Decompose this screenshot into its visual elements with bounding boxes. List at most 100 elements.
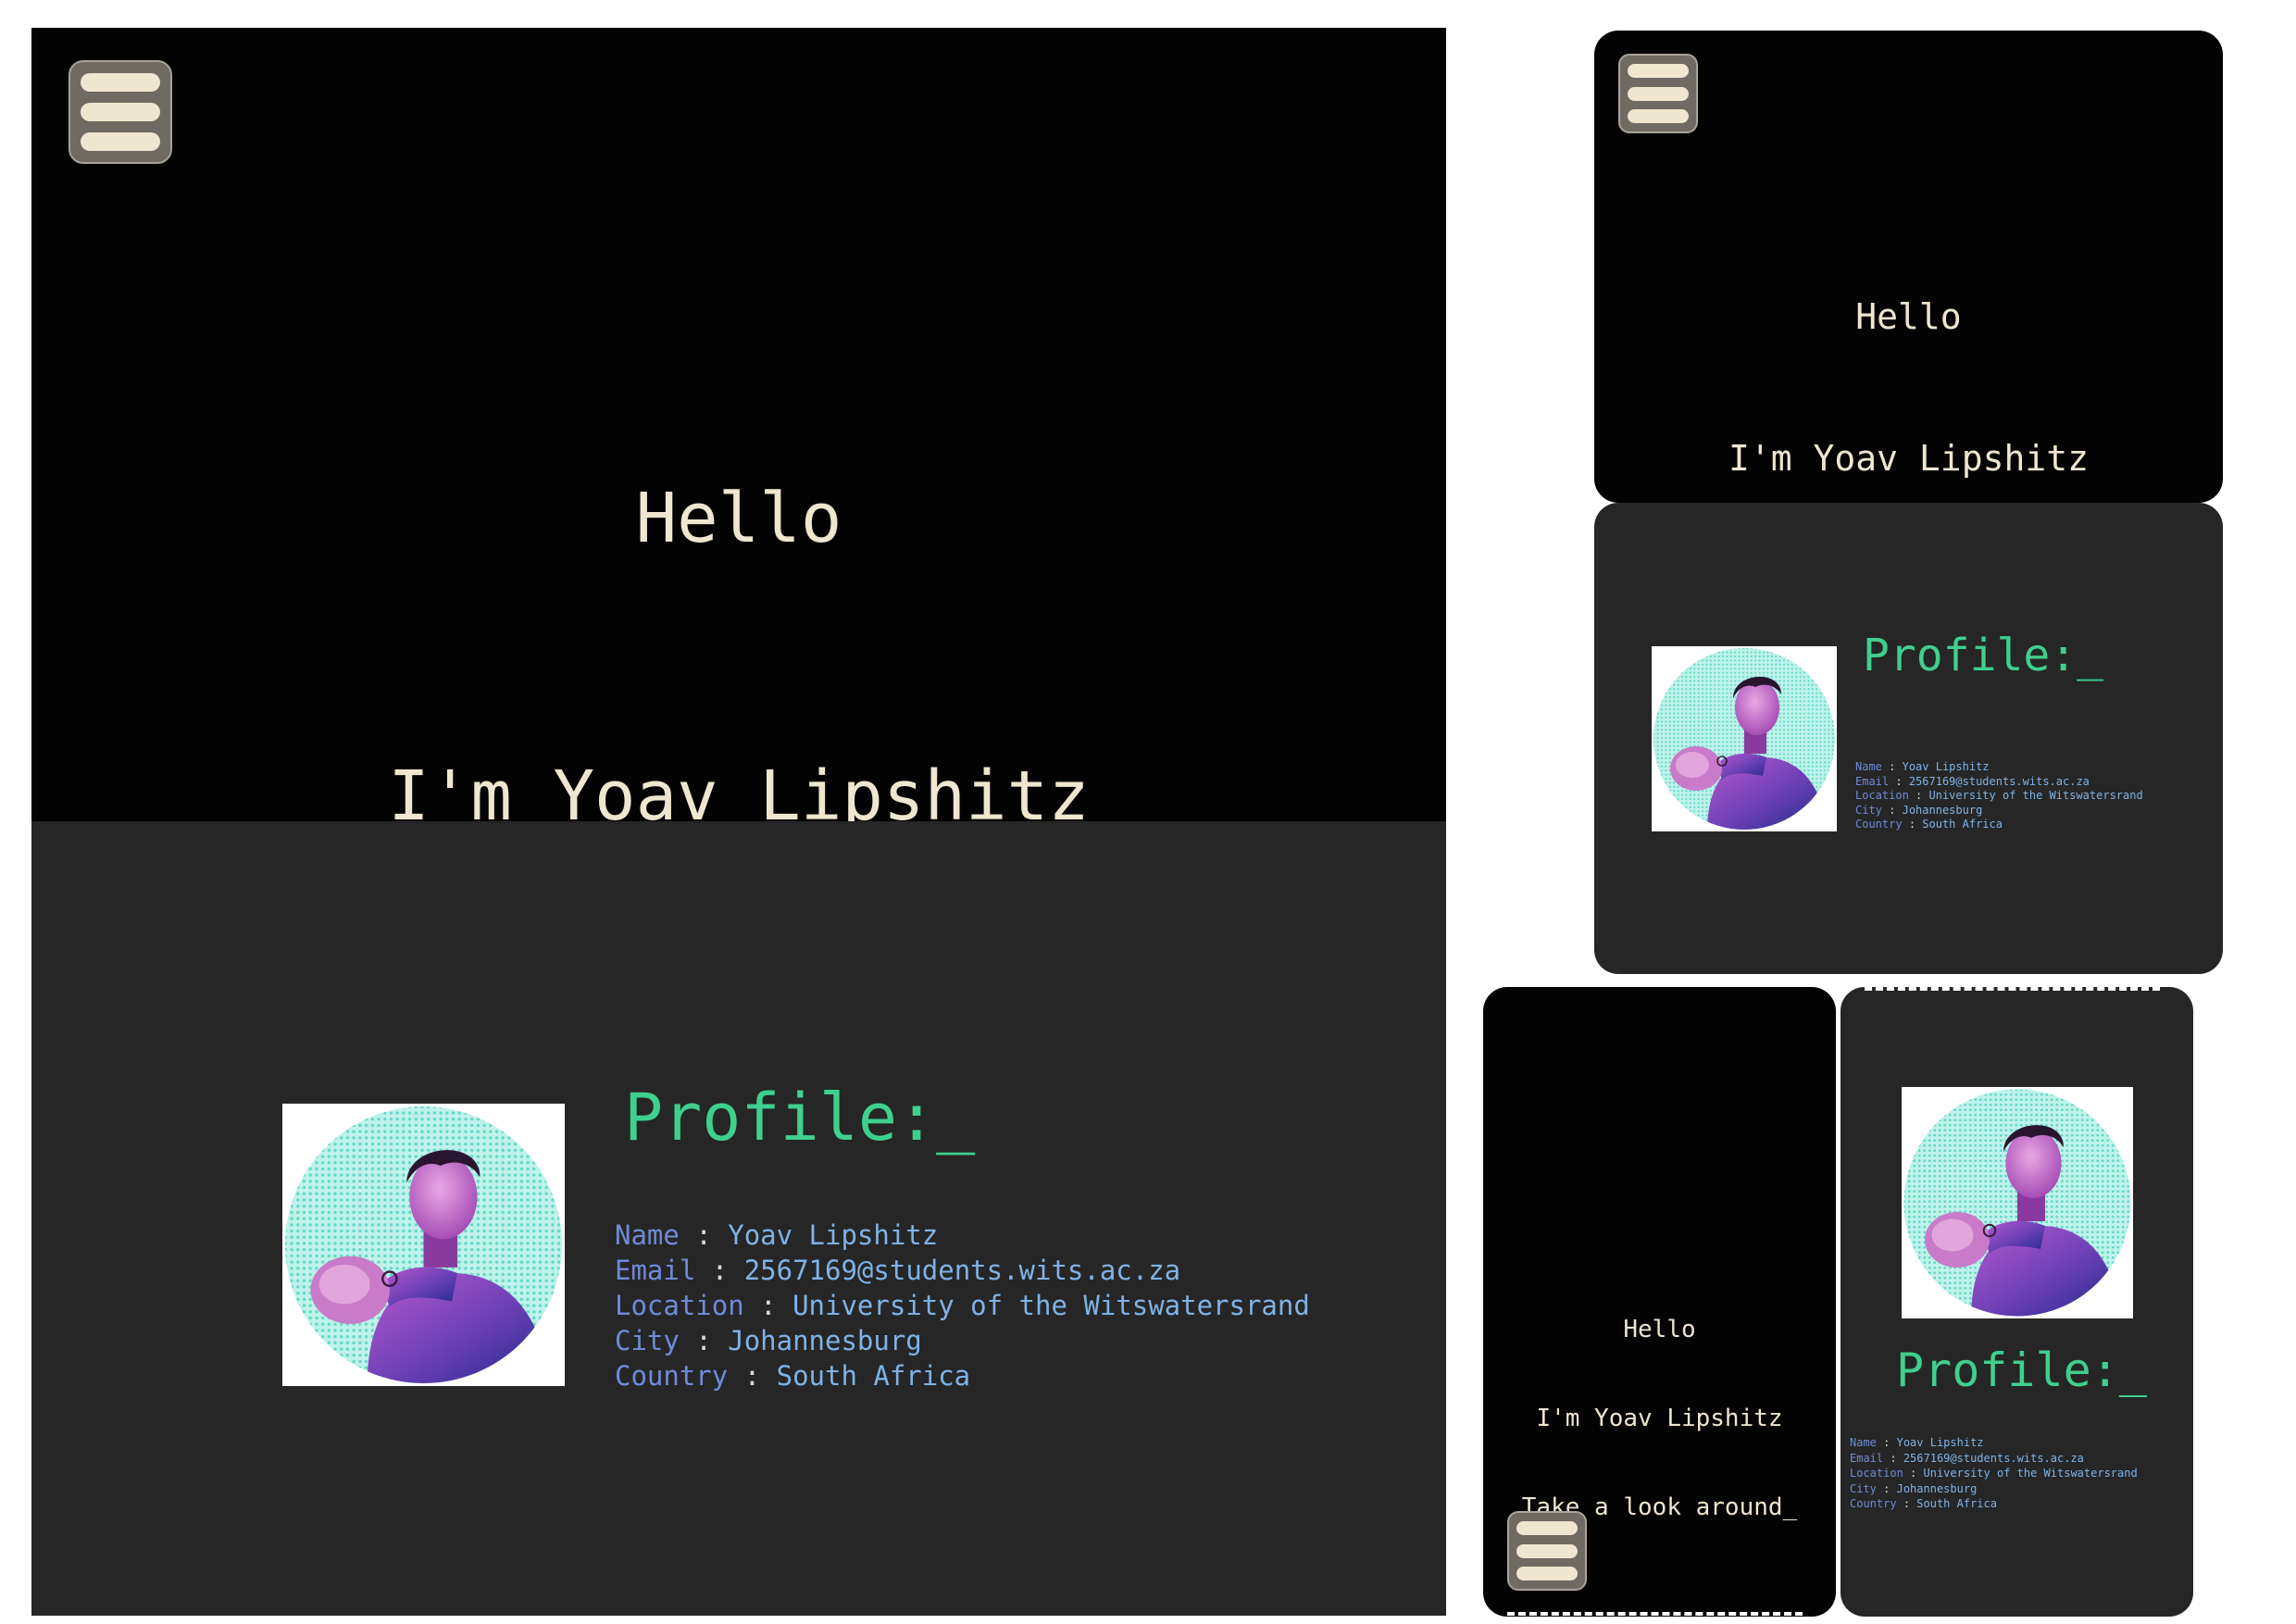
- profile-field-label: Email: [615, 1255, 696, 1286]
- menu-bar-icon: [80, 132, 161, 151]
- profile-field-value: University of the Witswatersrand: [792, 1290, 1310, 1321]
- profile-field-row: City : Johannesburg: [1850, 1481, 2138, 1497]
- profile-field-value: Johannesburg: [1896, 1481, 1978, 1495]
- hero-line-name: I'm Yoav Lipshitz: [1728, 438, 2089, 479]
- hero-line-hello: Hello: [1855, 296, 1962, 337]
- hero-section: Hello I'm Yoav Lipshitz Take a look arou…: [31, 28, 1446, 821]
- profile-field-label: Name: [615, 1219, 680, 1251]
- profile-field-label: Country: [1850, 1497, 1897, 1510]
- menu-bar-icon: [1628, 108, 1689, 123]
- menu-bar-icon: [1628, 86, 1689, 101]
- profile-field-label: Location: [1855, 789, 1909, 802]
- profile-field-value: University of the Witswatersrand: [1923, 1467, 2138, 1480]
- hero-greeting: Hello I'm Yoav Lipshitz Take a look arou…: [1594, 199, 2223, 503]
- profile-field-row: City : Johannesburg: [615, 1323, 1310, 1358]
- profile-field-value: 2567169@students.wits.ac.za: [743, 1255, 1181, 1286]
- profile-field-separator: :: [1903, 1497, 1911, 1510]
- profile-details: Name : Yoav Lipshitz Email : 2567169@stud…: [615, 1218, 1310, 1393]
- profile-field-separator: :: [760, 1290, 777, 1321]
- profile-avatar: [1652, 646, 1837, 831]
- profile-field-label: City: [1850, 1481, 1877, 1495]
- profile-field-value: Yoav Lipshitz: [728, 1219, 939, 1251]
- profile-title: Profile:_: [624, 1080, 976, 1156]
- profile-field-row: Name : Yoav Lipshitz: [1850, 1435, 2138, 1451]
- profile-field-value: Johannesburg: [728, 1325, 922, 1356]
- profile-field-row: City : Johannesburg: [1855, 804, 2143, 818]
- mobile-profile-section: Profile:_ Name : Yoav Lipshitz Email : 25…: [1841, 987, 2193, 1617]
- profile-field-separator: :: [1915, 789, 1923, 802]
- profile-field-row: Location : University of the Witswatersr…: [1850, 1466, 2138, 1481]
- hero-line-hello: Hello: [635, 479, 842, 558]
- profile-title: Profile:_: [1896, 1343, 2147, 1397]
- profile-avatar: [1902, 1087, 2133, 1318]
- menu-bar-icon: [80, 73, 161, 92]
- avatar-illustration: [1653, 648, 1835, 830]
- profile-field-label: Country: [615, 1360, 729, 1392]
- profile-field-separator: :: [695, 1219, 712, 1251]
- profile-field-label: Country: [1855, 818, 1903, 831]
- menu-button[interactable]: [69, 60, 172, 164]
- profile-field-label: Email: [1850, 1451, 1884, 1465]
- profile-field-value: University of the Witswatersrand: [1928, 789, 2143, 802]
- profile-field-label: Location: [1850, 1467, 1903, 1480]
- profile-field-row: Country : South Africa: [1850, 1496, 2138, 1512]
- profile-field-separator: :: [1890, 1451, 1897, 1465]
- avatar-illustration: [1903, 1089, 2131, 1317]
- menu-bar-icon: [1516, 1521, 1578, 1536]
- profile-field-value: Yoav Lipshitz: [1902, 760, 1990, 773]
- profile-field-value: Yoav Lipshitz: [1896, 1436, 1984, 1449]
- profile-details: Name : Yoav Lipshitz Email : 2567169@stud…: [1855, 760, 2143, 832]
- profile-field-row: Location : University of the Witswatersr…: [615, 1288, 1310, 1323]
- profile-field-separator: :: [1908, 818, 1916, 831]
- profile-field-separator: :: [1889, 803, 1896, 817]
- profile-field-separator: :: [743, 1360, 761, 1392]
- profile-field-label: Email: [1855, 774, 1890, 788]
- profile-field-row: Name : Yoav Lipshitz: [615, 1218, 1310, 1253]
- menu-bar-icon: [1516, 1566, 1578, 1580]
- desktop-layout: Hello I'm Yoav Lipshitz Take a look arou…: [31, 28, 1446, 1616]
- profile-field-separator: :: [711, 1255, 729, 1286]
- scroll-divider: [1507, 1612, 1803, 1616]
- profile-avatar: [282, 1104, 565, 1386]
- profile-field-value: 2567169@students.wits.ac.za: [1903, 1451, 2084, 1465]
- mobile-hero-section: Hello I'm Yoav Lipshitz Take a look arou…: [1483, 987, 1836, 1617]
- tablet-profile-section: Profile:_ Name : Yoav Lipshitz Email : 25…: [1594, 503, 2223, 974]
- profile-field-value: Johannesburg: [1902, 803, 1983, 817]
- profile-field-value: South Africa: [1916, 1497, 1997, 1510]
- profile-field-separator: :: [1883, 1436, 1890, 1449]
- profile-field-row: Email : 2567169@students.wits.ac.za: [1850, 1451, 2138, 1467]
- hero-greeting: Hello I'm Yoav Lipshitz Take a look arou…: [31, 287, 1446, 821]
- profile-field-label: City: [1855, 803, 1882, 817]
- avatar-illustration: [285, 1106, 562, 1383]
- profile-field-row: Email : 2567169@students.wits.ac.za: [1855, 775, 2143, 790]
- menu-button[interactable]: [1507, 1511, 1587, 1591]
- profile-field-value: South Africa: [1922, 818, 2003, 831]
- menu-button[interactable]: [1618, 54, 1698, 133]
- profile-field-separator: :: [1895, 774, 1903, 788]
- profile-section: Profile:_ Name : Yoav Lipshitz Email : 25…: [31, 821, 1446, 1616]
- profile-field-separator: :: [695, 1325, 712, 1356]
- profile-field-value: South Africa: [776, 1360, 971, 1392]
- menu-bar-icon: [80, 103, 161, 121]
- profile-field-label: City: [615, 1325, 680, 1356]
- tablet-hero-section: Hello I'm Yoav Lipshitz Take a look arou…: [1594, 31, 2223, 503]
- scroll-divider: [1865, 987, 2160, 991]
- profile-field-label: Location: [615, 1290, 744, 1321]
- profile-field-row: Location : University of the Witswatersr…: [1855, 789, 2143, 804]
- profile-field-row: Email : 2567169@students.wits.ac.za: [615, 1253, 1310, 1288]
- profile-field-value: 2567169@students.wits.ac.za: [1908, 774, 2090, 788]
- menu-bar-icon: [1516, 1543, 1578, 1558]
- menu-bar-icon: [1628, 64, 1689, 79]
- hero-line-hello: Hello: [1623, 1316, 1696, 1343]
- profile-details: Name : Yoav Lipshitz Email : 2567169@stud…: [1850, 1435, 2138, 1512]
- profile-field-separator: :: [1910, 1467, 1917, 1480]
- profile-field-label: Name: [1850, 1436, 1877, 1449]
- profile-field-row: Country : South Africa: [615, 1358, 1310, 1393]
- profile-field-separator: :: [1883, 1481, 1890, 1495]
- profile-field-separator: :: [1889, 760, 1896, 773]
- hero-line-name: I'm Yoav Lipshitz: [388, 756, 1090, 821]
- profile-field-row: Name : Yoav Lipshitz: [1855, 760, 2143, 775]
- profile-field-label: Name: [1855, 760, 1882, 773]
- profile-title: Profile:_: [1863, 630, 2104, 681]
- hero-line-name: I'm Yoav Lipshitz: [1536, 1405, 1783, 1432]
